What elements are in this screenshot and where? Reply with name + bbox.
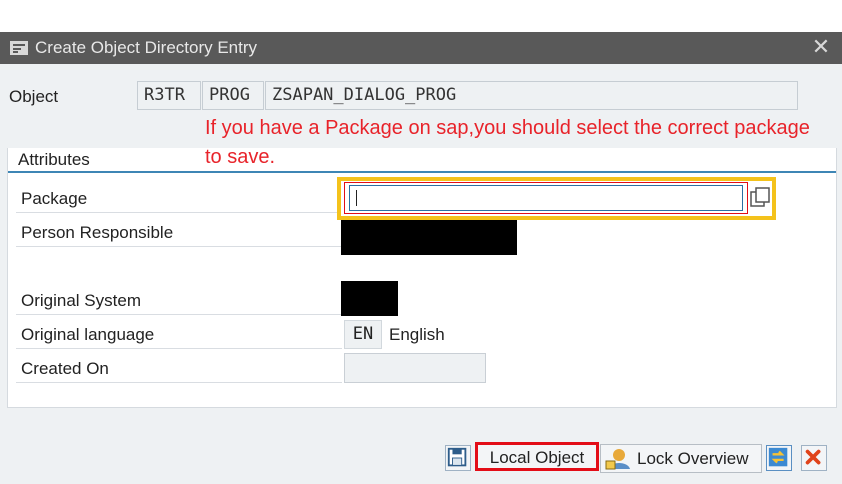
row-divider bbox=[16, 212, 342, 213]
row-divider bbox=[16, 348, 342, 349]
person-responsible-label: Person Responsible bbox=[21, 223, 174, 242]
lock-overview-button[interactable]: Lock Overview bbox=[600, 444, 762, 473]
original-language-label: Original language bbox=[21, 325, 155, 344]
cancel-button[interactable] bbox=[801, 445, 827, 471]
local-object-button[interactable]: Local Object bbox=[475, 442, 599, 471]
cancel-icon bbox=[805, 449, 821, 465]
package-input-inner[interactable] bbox=[349, 185, 743, 211]
attributes-heading: Attributes bbox=[18, 150, 90, 169]
lock-overview-label: Lock Overview bbox=[637, 449, 749, 468]
object-label: Object bbox=[9, 87, 59, 106]
text-caret bbox=[356, 190, 357, 206]
close-icon[interactable]: ✕ bbox=[810, 36, 832, 60]
original-system-redacted bbox=[341, 281, 398, 316]
save-button[interactable] bbox=[445, 445, 471, 471]
lock-overview-icon bbox=[605, 449, 630, 470]
object-type-field: PROG bbox=[202, 81, 264, 110]
dialog-menu-icon[interactable] bbox=[10, 41, 28, 55]
transport-button[interactable] bbox=[766, 445, 792, 471]
original-system-label: Original System bbox=[21, 291, 141, 310]
language-name: English bbox=[389, 325, 445, 344]
row-divider bbox=[16, 314, 342, 315]
person-responsible-redacted bbox=[341, 220, 517, 255]
language-code-field: EN bbox=[344, 320, 382, 349]
object-name-field: ZSAPAN_DIALOG_PROG bbox=[265, 81, 798, 110]
object-pgmid-field: R3TR bbox=[137, 81, 201, 110]
dialog-title: Create Object Directory Entry bbox=[35, 38, 258, 57]
created-on-field bbox=[344, 353, 486, 383]
package-input[interactable] bbox=[344, 182, 748, 214]
dialog-titlebar: Create Object Directory Entry ✕ bbox=[0, 32, 842, 64]
transport-icon bbox=[768, 447, 788, 467]
annotation-text: If you have a Package on sap,you should … bbox=[205, 117, 810, 168]
created-on-label: Created On bbox=[21, 359, 109, 378]
row-divider bbox=[16, 246, 342, 247]
value-help-icon[interactable] bbox=[750, 187, 770, 209]
row-divider bbox=[16, 382, 342, 383]
save-icon bbox=[447, 447, 467, 467]
package-label: Package bbox=[21, 189, 88, 208]
